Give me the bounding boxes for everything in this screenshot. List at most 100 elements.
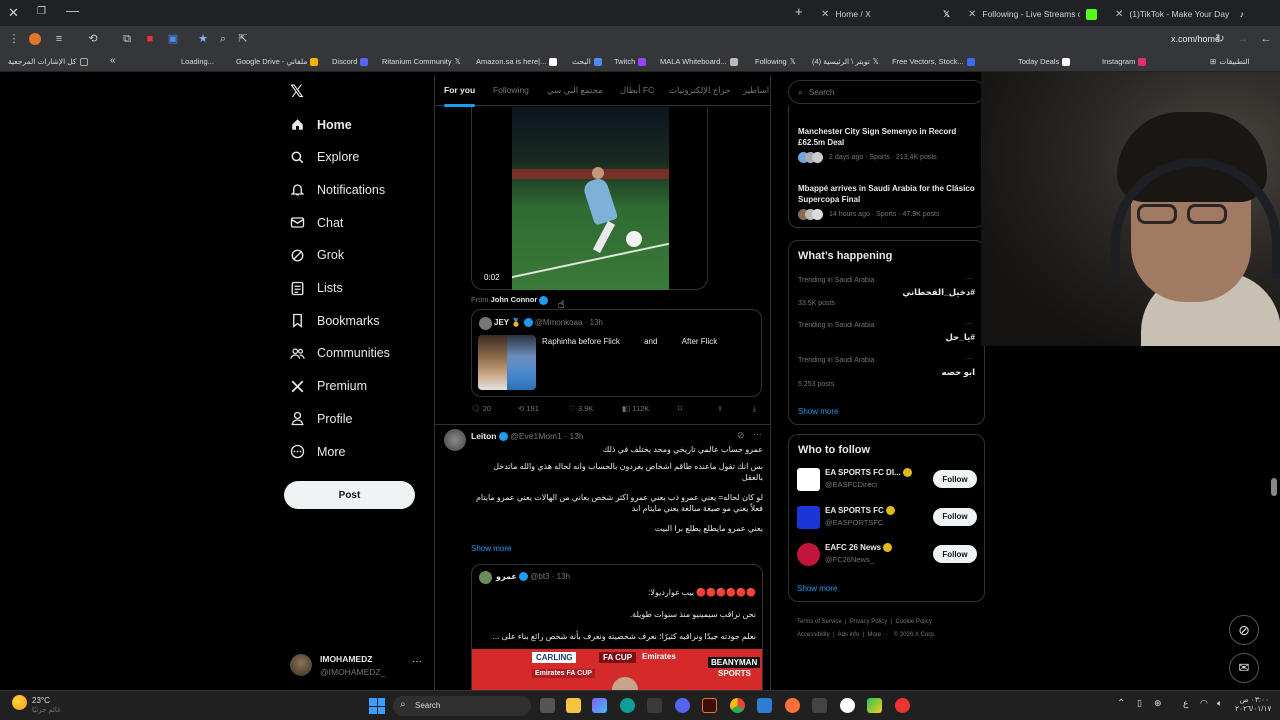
store-icon[interactable] xyxy=(647,698,662,713)
translate-icon[interactable]: ▣ xyxy=(166,32,180,46)
bookmark-icon[interactable]: ⌑ xyxy=(678,404,682,413)
tab-following[interactable]: Following xyxy=(493,85,529,95)
video-source[interactable]: From John Connor xyxy=(471,295,549,305)
restore-window-icon[interactable]: ❐ xyxy=(37,6,46,17)
nav-item-notifications[interactable]: Notifications xyxy=(290,182,385,197)
follow-suggestion[interactable]: EA SPORTS FC DI... @EASFCDirect Follow xyxy=(797,466,985,496)
share-icon[interactable]: ⇪ xyxy=(717,404,723,413)
footer-link[interactable]: Terms of Service xyxy=(797,619,842,625)
reply-button[interactable]: 🗨︎ 20 xyxy=(471,404,491,413)
share-icon[interactable]: ⧉ xyxy=(120,32,134,46)
footer-link[interactable]: Cookie Policy xyxy=(896,619,932,625)
bookmark-deals[interactable]: Today Deals xyxy=(1018,57,1071,66)
footer-link[interactable]: Privacy Policy xyxy=(850,619,887,625)
bookmark-instagram[interactable]: Instagram xyxy=(1102,57,1147,66)
install-icon[interactable]: ⇱ xyxy=(236,32,250,46)
taskbar-search[interactable]: ⌕ Search xyxy=(393,696,531,716)
download-icon[interactable]: ⤓ xyxy=(753,404,756,414)
more-dots-icon[interactable]: ··· xyxy=(412,656,422,667)
quote-tweet[interactable]: JEY 🏅 @Mmonkoaa · 13h Raphinha before Fl… xyxy=(471,309,762,397)
bookmark-discord[interactable]: Discord xyxy=(332,57,369,66)
zoom-icon[interactable]: ⌕ xyxy=(216,32,230,46)
tab-tiktok[interactable]: ✕ (1)TikTok - Make Your Day ♪ xyxy=(1107,3,1252,25)
tab-electronics[interactable]: حراج الإلكترونيات xyxy=(669,85,731,96)
bookmark-twitch[interactable]: Twitch xyxy=(614,57,647,66)
wifi-icon[interactable]: ◠ xyxy=(1200,698,1208,709)
views-button[interactable]: ▮▯ 112K xyxy=(622,404,649,413)
forward-icon[interactable]: → xyxy=(1236,32,1250,46)
nav-item-premium[interactable]: Premium xyxy=(290,379,367,394)
bookmark-twitter[interactable]: (4) تويتر \ الرئيسية 𝕏 xyxy=(812,57,879,66)
grok-float-button[interactable]: ⊘ xyxy=(1229,615,1259,645)
nav-item-communities[interactable]: Communities xyxy=(290,346,390,361)
trend-tag[interactable]: #يا_حل xyxy=(798,332,975,343)
copilot-icon[interactable] xyxy=(592,698,607,713)
history-icon[interactable]: ⟲ xyxy=(86,32,100,46)
follow-suggestion[interactable]: EA SPORTS FC @EASPORTSFC Follow xyxy=(797,504,985,534)
usb-icon[interactable]: ▯ xyxy=(1137,698,1142,709)
follow-button[interactable]: Follow xyxy=(933,507,977,526)
nav-item-bookmarks[interactable]: Bookmarks xyxy=(290,313,380,329)
tab-for-you[interactable]: For you xyxy=(444,85,476,107)
footer-link[interactable]: Accessibility xyxy=(797,632,830,638)
bookmark-star-icon[interactable]: ★ xyxy=(196,32,210,46)
show-more-link[interactable]: Show more xyxy=(798,407,838,416)
illustrator-icon[interactable] xyxy=(702,698,717,713)
clock[interactable]: ٠٣:٠٠ ص ٢٠٢٦/٠١/١٧ xyxy=(1235,695,1271,713)
more-dots-icon[interactable]: ··· xyxy=(965,319,973,328)
close-tab-icon[interactable]: ✕ xyxy=(968,9,976,20)
app-icon[interactable] xyxy=(840,698,855,713)
follow-button[interactable]: Follow xyxy=(933,470,977,488)
tab-home-x[interactable]: ✕ Home / X 𝕏 xyxy=(813,3,958,25)
quote-image[interactable] xyxy=(478,335,536,390)
network-icon[interactable]: ⊕ xyxy=(1154,698,1162,709)
chrome-icon[interactable] xyxy=(730,698,745,713)
weather-temp[interactable]: 23°C xyxy=(32,696,50,705)
more-dots-icon[interactable]: ··· xyxy=(753,429,762,439)
more-dots-icon[interactable]: ··· xyxy=(965,354,973,363)
bookmark-apps[interactable]: ⊞ التطبيقات xyxy=(1210,57,1250,66)
calculator-icon[interactable] xyxy=(812,698,827,713)
x-logo[interactable]: 𝕏 xyxy=(290,82,304,102)
bookmark-ritanium[interactable]: Ritanium Community 𝕏 xyxy=(382,57,461,66)
firefox-icon[interactable] xyxy=(785,698,800,713)
profile-avatar[interactable] xyxy=(29,33,41,45)
more-dots-icon[interactable]: ··· xyxy=(965,274,973,283)
grok-icon[interactable]: ⊘ xyxy=(737,430,745,441)
file-explorer-icon[interactable] xyxy=(566,698,581,713)
discord-icon[interactable] xyxy=(675,698,690,713)
app-icon[interactable] xyxy=(895,698,910,713)
post-button[interactable]: Post xyxy=(284,481,415,509)
messages-float-button[interactable]: ✉ xyxy=(1229,653,1259,683)
nav-item-home[interactable]: Home xyxy=(290,117,352,132)
close-window-icon[interactable]: ✕ xyxy=(8,5,19,21)
tab-legends[interactable]: اساطير xyxy=(743,85,769,96)
search-input[interactable]: ⌕ Search xyxy=(788,80,985,104)
bookmark-drive[interactable]: Google Drive - ملفاتي xyxy=(236,57,319,66)
new-tab-icon[interactable]: + xyxy=(795,4,803,19)
author-handle[interactable]: @Eve1Mom1 xyxy=(510,431,562,441)
footer-link[interactable]: More ··· xyxy=(868,632,889,638)
page-scrollbar-thumb[interactable] xyxy=(1271,478,1277,496)
trend-tag[interactable]: ابو حصه xyxy=(798,367,975,378)
volume-icon[interactable]: 🔈︎ xyxy=(1217,698,1222,709)
like-button[interactable]: ♡ 3.9K xyxy=(569,404,593,413)
app-icon[interactable] xyxy=(867,698,882,713)
minimize-window-icon[interactable]: — xyxy=(66,3,79,18)
tab-community-pc[interactable]: مجتمع البي سي xyxy=(547,85,603,96)
news-title[interactable]: Manchester City Sign Semenyo in Record £… xyxy=(798,126,978,148)
bookmark-following[interactable]: Following 𝕏 xyxy=(755,57,796,66)
language-indicator[interactable]: ع xyxy=(1183,698,1188,709)
bookmark-freevectors[interactable]: Free Vectors, Stock... xyxy=(892,57,975,66)
follow-suggestion[interactable]: EAFC 26 News @FC26News_ Follow xyxy=(797,541,985,571)
chevron-left-icon[interactable]: « xyxy=(110,55,116,66)
bookmark-mala[interactable]: MALA Whiteboard... xyxy=(660,57,738,66)
edge-icon[interactable] xyxy=(620,698,635,713)
extension-red-icon[interactable]: ■ xyxy=(143,32,157,46)
tab-kick[interactable]: ✕ Following - Live Streams on Kick xyxy=(960,3,1105,25)
video-player[interactable]: 0:02 xyxy=(471,107,708,290)
tab-fc-heroes[interactable]: أبطال FC xyxy=(620,85,654,96)
close-tab-icon[interactable]: ✕ xyxy=(821,9,829,20)
back-icon[interactable]: ← xyxy=(1259,32,1273,46)
bookmark-search[interactable]: البحث xyxy=(572,57,602,66)
